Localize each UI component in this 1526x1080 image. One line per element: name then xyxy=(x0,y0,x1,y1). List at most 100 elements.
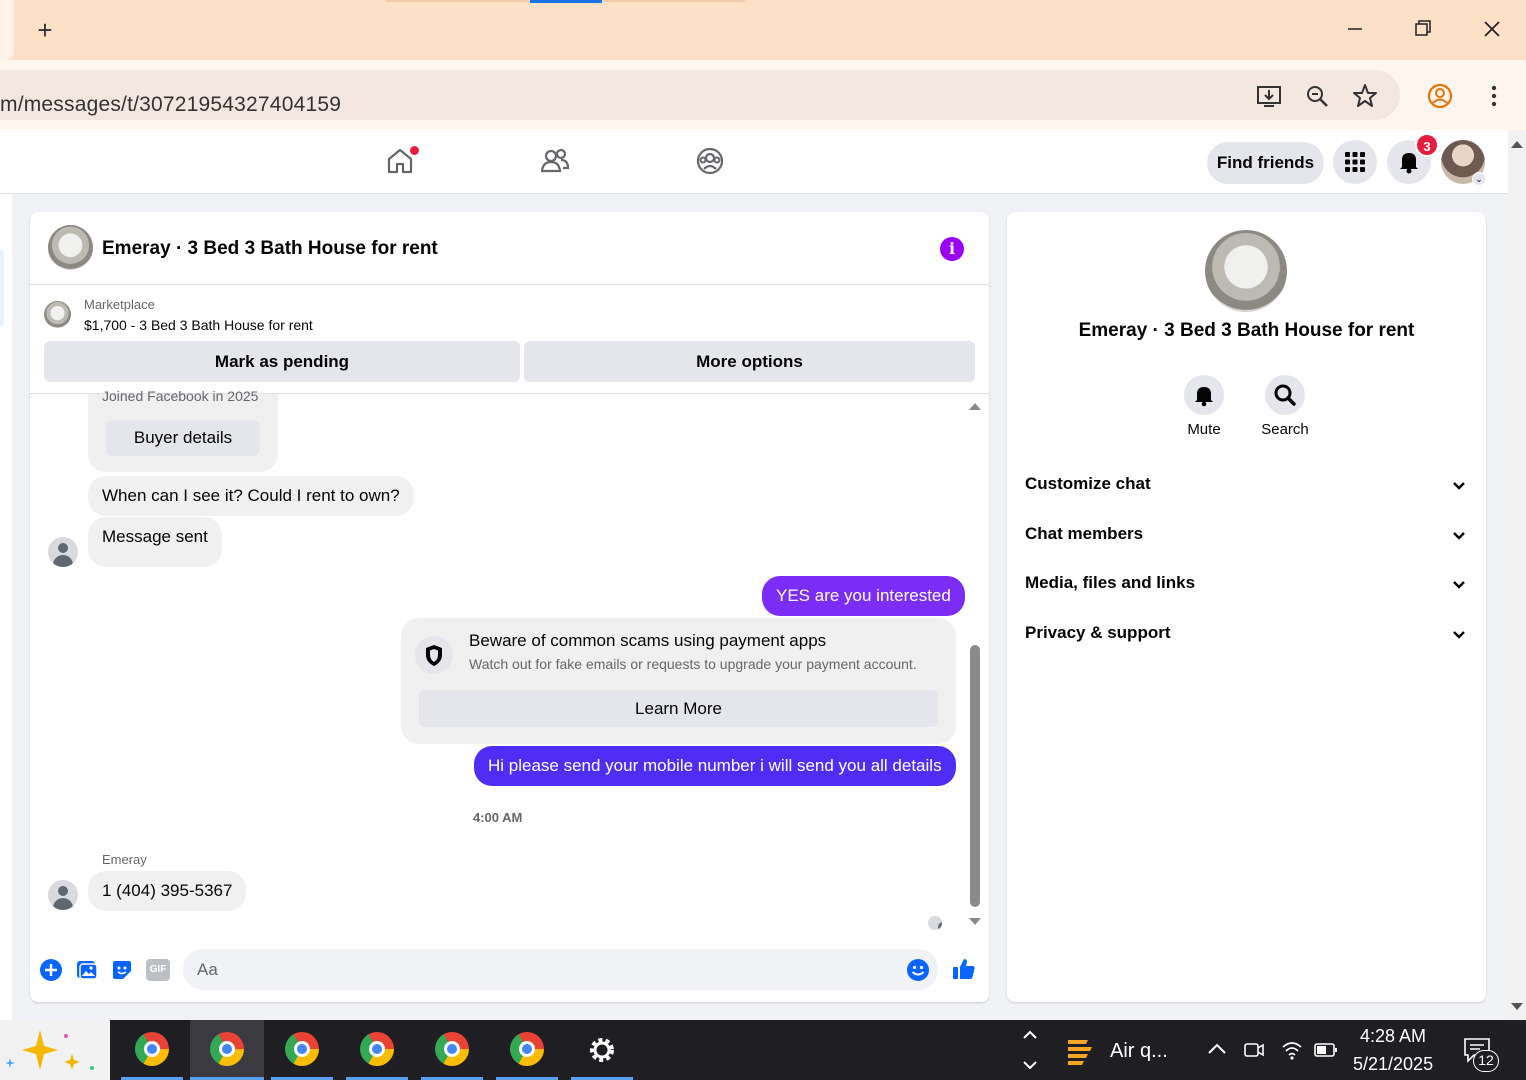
more-options-button[interactable]: More options xyxy=(524,341,975,382)
section-label: Customize chat xyxy=(1025,474,1151,493)
battery-icon[interactable] xyxy=(1313,1038,1339,1062)
section-privacy-support[interactable]: Privacy & support xyxy=(1025,623,1468,647)
clock-time[interactable]: 4:28 AM xyxy=(1360,1026,1426,1047)
mark-as-pending-button[interactable]: Mark as pending xyxy=(44,341,520,382)
chevron-up-icon[interactable] xyxy=(1206,1038,1228,1060)
listing-thumbnail[interactable] xyxy=(44,301,71,328)
taskbar-chrome-2[interactable] xyxy=(190,1020,264,1080)
url-box[interactable]: m/messages/t/30721954327404159 xyxy=(0,70,1400,120)
menu-kebab-icon[interactable] xyxy=(1480,82,1508,110)
learn-more-button[interactable]: Learn More xyxy=(419,690,938,727)
gif-button[interactable]: GIF xyxy=(146,959,170,981)
restore-button[interactable] xyxy=(1408,14,1438,44)
chevron-down-icon xyxy=(1453,581,1465,589)
listing-title[interactable]: $1,700 - 3 Bed 3 Bath House for rent xyxy=(84,317,313,333)
sender-avatar[interactable] xyxy=(48,537,78,567)
shield-icon xyxy=(415,636,453,674)
message-bubble[interactable]: Message sent xyxy=(88,517,222,567)
chrome-icon xyxy=(210,1032,244,1066)
search-icon xyxy=(1274,384,1296,406)
section-chat-members[interactable]: Chat members xyxy=(1025,524,1468,548)
section-label: Chat members xyxy=(1025,524,1144,543)
marketplace-banner: Marketplace $1,700 - 3 Bed 3 Bath House … xyxy=(30,286,989,394)
message-bubble-outgoing[interactable]: YES are you interested xyxy=(762,576,965,616)
taskbar-scroll-icon[interactable] xyxy=(1020,1026,1040,1074)
wifi-icon[interactable] xyxy=(1280,1038,1304,1062)
message-bubble[interactable]: 1 (404) 395-5367 xyxy=(88,871,247,911)
taskbar-chrome-5[interactable] xyxy=(421,1020,483,1080)
chat-profile-photo[interactable] xyxy=(1205,230,1287,312)
section-customize-chat[interactable]: Customize chat xyxy=(1025,474,1468,498)
sticker-icon[interactable] xyxy=(110,958,134,982)
browser-tab[interactable] xyxy=(0,0,14,60)
restore-icon xyxy=(1415,20,1431,36)
message-input[interactable]: Aa xyxy=(183,949,938,990)
minimize-icon xyxy=(1348,28,1362,30)
thumbs-up-icon[interactable] xyxy=(951,956,977,982)
browser-address-bar: m/messages/t/30721954327404159 xyxy=(0,60,1526,130)
bookmark-star-icon[interactable] xyxy=(1351,82,1379,110)
message-bubble-outgoing[interactable]: Hi please send your mobile number i will… xyxy=(474,746,956,786)
message-bubble[interactable]: When can I see it? Could I rent to own? xyxy=(88,476,414,516)
sender-avatar[interactable] xyxy=(48,880,78,910)
home-notification-dot xyxy=(410,146,419,155)
emoji-icon[interactable] xyxy=(906,958,930,982)
taskbar-chrome-3[interactable] xyxy=(271,1020,333,1080)
page-scrollbar[interactable] xyxy=(1508,130,1526,1020)
grid-menu-icon xyxy=(1345,152,1365,172)
left-sidebar-active-item[interactable] xyxy=(0,250,4,326)
chrome-icon xyxy=(510,1032,544,1066)
message-timestamp: 4:00 AM xyxy=(473,810,523,825)
chrome-icon xyxy=(135,1032,169,1066)
bell-icon xyxy=(1195,387,1213,407)
message-input-placeholder: Aa xyxy=(197,960,218,979)
browser-tab-bar: + xyxy=(0,0,1526,60)
section-label: Privacy & support xyxy=(1025,623,1171,642)
close-window-button[interactable] xyxy=(1477,14,1507,44)
info-panel-title[interactable]: Emeray · 3 Bed 3 Bath House for rent xyxy=(1007,320,1486,342)
menu-button[interactable] xyxy=(1333,140,1377,184)
copilot-button[interactable] xyxy=(0,1020,110,1080)
profile-icon[interactable] xyxy=(1426,82,1454,110)
taskbar-chrome-4[interactable] xyxy=(346,1020,408,1080)
windows-taskbar: Air q... 4:28 AM 5/21/2025 12 xyxy=(0,1020,1526,1080)
chat-avatar[interactable] xyxy=(48,225,93,270)
notification-count-badge: 12 xyxy=(1473,1050,1499,1072)
chevron-down-icon xyxy=(1453,631,1465,639)
zoom-icon[interactable] xyxy=(1303,82,1331,110)
chevron-down-icon[interactable]: ⌄ xyxy=(1472,172,1486,186)
plus-circle-icon[interactable] xyxy=(39,958,63,982)
info-icon[interactable]: i xyxy=(940,237,964,261)
chevron-down-icon xyxy=(1453,482,1465,490)
close-icon xyxy=(1484,21,1500,37)
buyer-details-button[interactable]: Buyer details xyxy=(106,420,260,456)
camera-icon[interactable] xyxy=(1242,1038,1266,1062)
sparkle-icon xyxy=(5,1030,94,1070)
photo-icon[interactable] xyxy=(75,958,99,982)
chat-title[interactable]: Emeray · 3 Bed 3 Bath House for rent xyxy=(102,238,438,260)
seen-avatar xyxy=(928,916,942,930)
chat-info-panel: Emeray · 3 Bed 3 Bath House for rent Mut… xyxy=(1007,212,1486,1002)
chat-scrollbar[interactable] xyxy=(968,400,982,930)
section-label: Media, files and links xyxy=(1025,573,1196,592)
taskbar-settings[interactable] xyxy=(571,1020,633,1080)
new-tab-button[interactable]: + xyxy=(30,15,60,45)
search-button[interactable] xyxy=(1265,375,1305,415)
find-friends-button[interactable]: Find friends xyxy=(1207,142,1324,184)
mute-button[interactable] xyxy=(1184,375,1224,415)
buyer-card: Joined Facebook in 2025 Buyer details xyxy=(88,388,278,472)
minimize-button[interactable] xyxy=(1340,14,1370,44)
friends-icon[interactable] xyxy=(539,145,571,177)
install-app-icon[interactable] xyxy=(1255,82,1283,110)
taskbar-chrome-6[interactable] xyxy=(496,1020,558,1080)
scam-warning-title: Beware of common scams using payment app… xyxy=(469,631,827,650)
groups-icon[interactable] xyxy=(694,145,726,177)
url-text[interactable]: m/messages/t/30721954327404159 xyxy=(0,93,341,117)
sender-name: Emeray xyxy=(102,852,147,867)
weather-widget[interactable]: Air q... xyxy=(1110,1040,1168,1063)
section-media-files-links[interactable]: Media, files and links xyxy=(1025,573,1468,597)
clock-date[interactable]: 5/21/2025 xyxy=(1353,1054,1433,1075)
taskbar-chrome-1[interactable] xyxy=(121,1020,183,1080)
chat-header: Emeray · 3 Bed 3 Bath House for rent i xyxy=(30,212,989,285)
scam-warning-card: Beware of common scams using payment app… xyxy=(401,618,956,744)
